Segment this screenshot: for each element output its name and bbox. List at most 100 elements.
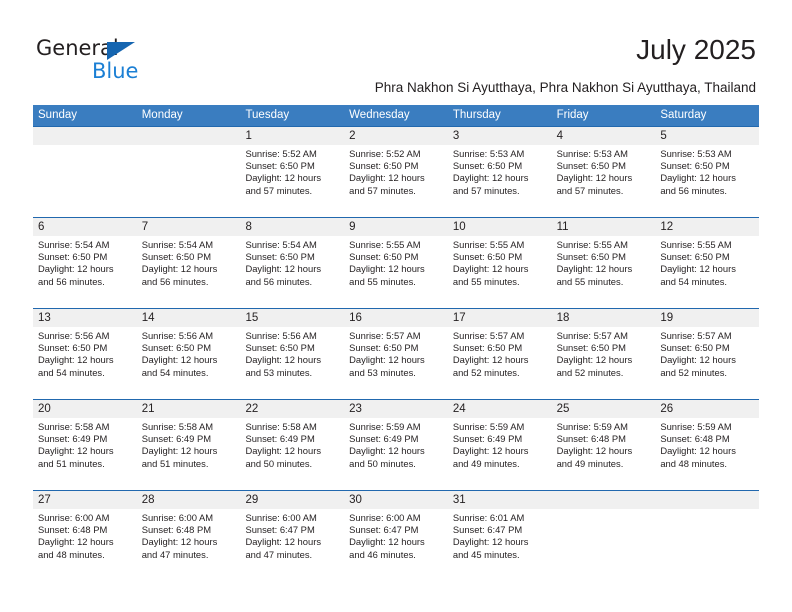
calendar-day-cell[interactable]	[33, 127, 137, 217]
calendar-day-cell[interactable]: 14 Sunrise: 5:56 AM Sunset: 6:50 PM Dayl…	[136, 309, 241, 399]
calendar-day-cell[interactable]	[136, 127, 241, 217]
day-number: 3	[447, 127, 552, 145]
calendar-day-cell[interactable]: 31 Sunrise: 6:01 AM Sunset: 6:47 PM Dayl…	[447, 491, 552, 581]
calendar-day-cell[interactable]: 4 Sunrise: 5:53 AM Sunset: 6:50 PM Dayli…	[551, 127, 656, 217]
day-info	[655, 509, 759, 512]
calendar-day-cell[interactable]: 28 Sunrise: 6:00 AM Sunset: 6:48 PM Dayl…	[136, 491, 241, 581]
day-info: Sunrise: 5:54 AM Sunset: 6:50 PM Dayligh…	[137, 236, 241, 288]
sunset-text: Sunset: 6:49 PM	[141, 433, 212, 445]
daylight-text-line2: and 52 minutes.	[660, 366, 728, 378]
calendar-day-cell[interactable]: 12 Sunrise: 5:55 AM Sunset: 6:50 PM Dayl…	[655, 218, 760, 308]
calendar-day-cell[interactable]: 17 Sunrise: 5:57 AM Sunset: 6:50 PM Dayl…	[447, 309, 552, 399]
day-number: 21	[136, 400, 241, 418]
sunset-text: Sunset: 6:47 PM	[452, 524, 523, 536]
calendar-day-cell[interactable]: 29 Sunrise: 6:00 AM Sunset: 6:47 PM Dayl…	[240, 491, 345, 581]
sunrise-text: Sunrise: 5:57 AM	[556, 330, 628, 341]
day-number: 19	[655, 309, 760, 327]
calendar-day-cell[interactable]	[655, 491, 760, 581]
day-number: 27	[33, 491, 137, 509]
daylight-text-line2: and 50 minutes.	[349, 457, 416, 469]
calendar-day-cell[interactable]: 11 Sunrise: 5:55 AM Sunset: 6:50 PM Dayl…	[551, 218, 656, 308]
sunrise-text: Sunrise: 5:54 AM	[38, 239, 110, 250]
daylight-text-line1: Daylight: 12 hours	[452, 172, 529, 184]
day-header-thursday: Thursday	[452, 109, 501, 121]
sunrise-text: Sunrise: 5:52 AM	[349, 148, 421, 159]
calendar-day-cell[interactable]: 2 Sunrise: 5:52 AM Sunset: 6:50 PM Dayli…	[344, 127, 448, 217]
day-number: 25	[551, 400, 656, 418]
general-blue-logo[interactable]: General Blue	[36, 36, 236, 86]
calendar-day-cell[interactable]: 7 Sunrise: 5:54 AM Sunset: 6:50 PM Dayli…	[136, 218, 241, 308]
day-number: 30	[344, 491, 448, 509]
calendar-week-row: 27 Sunrise: 6:00 AM Sunset: 6:48 PM Dayl…	[33, 490, 760, 581]
sunset-text: Sunset: 6:50 PM	[38, 251, 108, 263]
calendar-day-cell[interactable]: 24 Sunrise: 5:59 AM Sunset: 6:49 PM Dayl…	[447, 400, 552, 490]
daylight-text-line2: and 55 minutes.	[556, 275, 624, 287]
sunrise-text: Sunrise: 5:55 AM	[660, 239, 732, 250]
day-info	[552, 509, 656, 512]
daylight-text-line2: and 47 minutes.	[245, 548, 313, 560]
daylight-text-line2: and 48 minutes.	[38, 548, 105, 560]
calendar-day-cell[interactable]: 19 Sunrise: 5:57 AM Sunset: 6:50 PM Dayl…	[655, 309, 760, 399]
day-info: Sunrise: 5:59 AM Sunset: 6:48 PM Dayligh…	[552, 418, 656, 470]
daylight-text-line2: and 47 minutes.	[141, 548, 209, 560]
calendar-day-cell[interactable]: 5 Sunrise: 5:53 AM Sunset: 6:50 PM Dayli…	[655, 127, 760, 217]
daylight-text-line1: Daylight: 12 hours	[38, 445, 114, 457]
sunrise-text: Sunrise: 5:56 AM	[141, 330, 214, 341]
calendar-day-cell[interactable]: 21 Sunrise: 5:58 AM Sunset: 6:49 PM Dayl…	[136, 400, 241, 490]
sunset-text: Sunset: 6:50 PM	[660, 342, 730, 354]
calendar-day-cell[interactable]: 26 Sunrise: 5:59 AM Sunset: 6:48 PM Dayl…	[655, 400, 760, 490]
calendar-page: General Blue July 2025 Phra Nakhon Si Ay…	[0, 0, 792, 612]
calendar-day-cell[interactable]: 6 Sunrise: 5:54 AM Sunset: 6:50 PM Dayli…	[33, 218, 137, 308]
calendar-day-cell[interactable]: 1 Sunrise: 5:52 AM Sunset: 6:50 PM Dayli…	[240, 127, 345, 217]
calendar-day-cell[interactable]: 25 Sunrise: 5:59 AM Sunset: 6:48 PM Dayl…	[551, 400, 656, 490]
calendar-day-cell[interactable]: 8 Sunrise: 5:54 AM Sunset: 6:50 PM Dayli…	[240, 218, 345, 308]
day-info: Sunrise: 5:58 AM Sunset: 6:49 PM Dayligh…	[240, 418, 344, 470]
calendar-day-cell[interactable]: 3 Sunrise: 5:53 AM Sunset: 6:50 PM Dayli…	[447, 127, 552, 217]
sunset-text: Sunset: 6:48 PM	[38, 524, 108, 536]
calendar-day-cell[interactable]: 30 Sunrise: 6:00 AM Sunset: 6:47 PM Dayl…	[344, 491, 448, 581]
day-number	[551, 491, 656, 509]
calendar-day-cell[interactable]: 9 Sunrise: 5:55 AM Sunset: 6:50 PM Dayli…	[344, 218, 448, 308]
calendar-day-cell[interactable]: 20 Sunrise: 5:58 AM Sunset: 6:49 PM Dayl…	[33, 400, 137, 490]
sunset-text: Sunset: 6:48 PM	[660, 433, 730, 445]
calendar-day-cell[interactable]: 22 Sunrise: 5:58 AM Sunset: 6:49 PM Dayl…	[240, 400, 345, 490]
calendar-day-cell[interactable]: 23 Sunrise: 5:59 AM Sunset: 6:49 PM Dayl…	[344, 400, 448, 490]
daylight-text-line2: and 56 minutes.	[38, 275, 105, 287]
calendar-day-cell[interactable]	[551, 491, 656, 581]
daylight-text-line1: Daylight: 12 hours	[245, 445, 322, 457]
calendar-day-cell[interactable]: 10 Sunrise: 5:55 AM Sunset: 6:50 PM Dayl…	[447, 218, 552, 308]
day-info: Sunrise: 5:55 AM Sunset: 6:50 PM Dayligh…	[552, 236, 656, 288]
daylight-text-line1: Daylight: 12 hours	[452, 536, 529, 548]
sunset-text: Sunset: 6:49 PM	[38, 433, 108, 445]
sunrise-text: Sunrise: 5:53 AM	[452, 148, 525, 159]
sunrise-text: Sunrise: 5:59 AM	[556, 421, 628, 432]
page-title: July 2025	[636, 34, 756, 65]
sunrise-text: Sunrise: 6:00 AM	[141, 512, 214, 523]
day-number: 16	[344, 309, 448, 327]
day-number: 18	[551, 309, 656, 327]
day-info: Sunrise: 5:55 AM Sunset: 6:50 PM Dayligh…	[344, 236, 448, 288]
sunrise-text: Sunrise: 6:00 AM	[349, 512, 421, 523]
calendar-day-cell[interactable]: 15 Sunrise: 5:56 AM Sunset: 6:50 PM Dayl…	[240, 309, 345, 399]
day-number: 9	[344, 218, 448, 236]
day-number: 8	[240, 218, 345, 236]
sunset-text: Sunset: 6:50 PM	[660, 160, 730, 172]
sunrise-text: Sunrise: 5:54 AM	[141, 239, 214, 250]
sunset-text: Sunset: 6:47 PM	[349, 524, 419, 536]
day-number	[136, 127, 241, 145]
daylight-text-line1: Daylight: 12 hours	[38, 536, 114, 548]
sunset-text: Sunset: 6:49 PM	[349, 433, 419, 445]
calendar-day-cell[interactable]: 13 Sunrise: 5:56 AM Sunset: 6:50 PM Dayl…	[33, 309, 137, 399]
calendar-day-cell[interactable]: 18 Sunrise: 5:57 AM Sunset: 6:50 PM Dayl…	[551, 309, 656, 399]
calendar-day-cell[interactable]: 16 Sunrise: 5:57 AM Sunset: 6:50 PM Dayl…	[344, 309, 448, 399]
sunset-text: Sunset: 6:50 PM	[452, 342, 523, 354]
day-number: 2	[344, 127, 448, 145]
day-number: 15	[240, 309, 345, 327]
sunset-text: Sunset: 6:50 PM	[660, 251, 730, 263]
calendar-week-row: 13 Sunrise: 5:56 AM Sunset: 6:50 PM Dayl…	[33, 308, 760, 399]
calendar-day-cell[interactable]: 27 Sunrise: 6:00 AM Sunset: 6:48 PM Dayl…	[33, 491, 137, 581]
daylight-text-line2: and 53 minutes.	[245, 366, 313, 378]
daylight-text-line1: Daylight: 12 hours	[245, 354, 322, 366]
day-number: 23	[344, 400, 448, 418]
day-info	[137, 145, 241, 148]
